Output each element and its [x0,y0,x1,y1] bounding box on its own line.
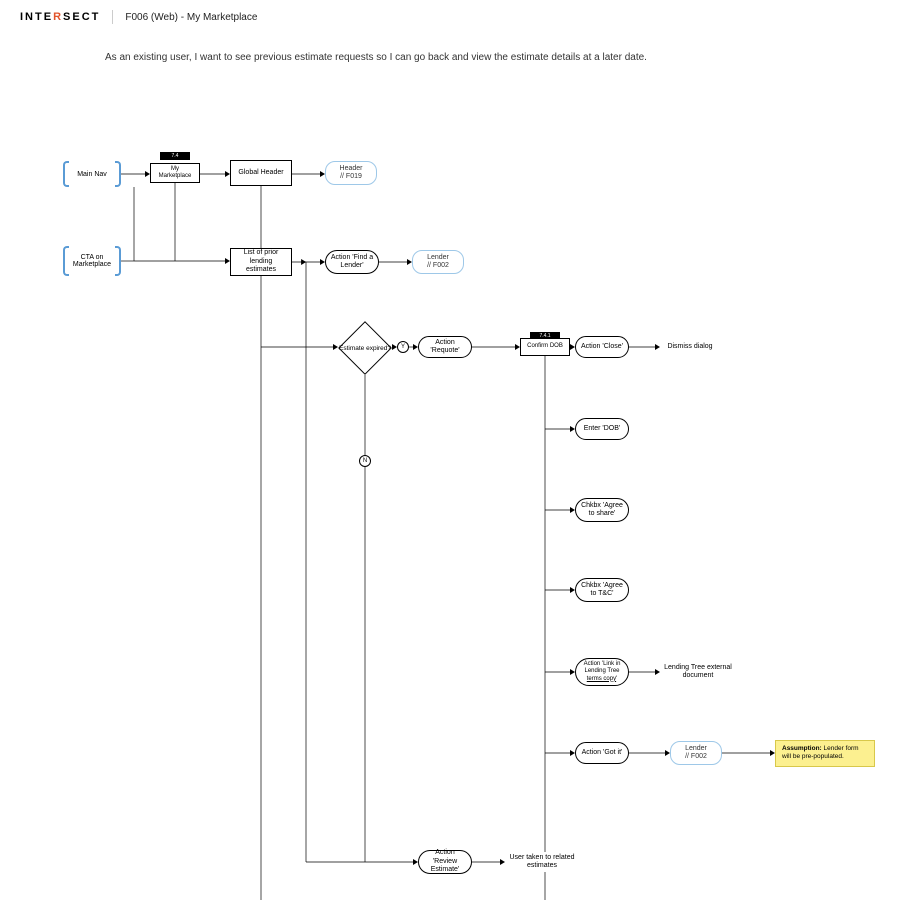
tag-7-4: 7.4 [160,152,190,160]
header-ref: Header // F019 [325,161,377,185]
flow-svg [0,0,900,900]
action-got-it: Action 'Got it' [575,742,629,764]
assumption-note: Assumption: Lender form will be pre-popu… [775,740,875,767]
enter-dob: Enter 'DOB' [575,418,629,440]
chkbx-agree-tc: Chkbx 'Agree to T&C' [575,578,629,602]
my-marketplace: My Marketplace [150,163,200,183]
lending-tree-external: Lending Tree external document [660,660,736,684]
user-related-estimates: User taken to related estimates [505,852,579,872]
lender-ref-2: Lender // F002 [670,741,722,765]
cta-source: CTA on Marketplace [63,254,121,268]
dismiss-dialog: Dismiss dialog [660,339,720,355]
estimate-expired-decision: Estimate expired? [338,321,392,375]
action-review-estimate: Action 'Review Estimate' [418,850,472,874]
action-link-terms: Action 'Link in Lending Tree terms copy' [575,658,629,686]
list-prior-estimates: List of prior lending estimates [230,248,292,276]
action-find-lender: Action 'Find a Lender' [325,250,379,274]
action-requote: Action 'Requote' [418,336,472,358]
global-header: Global Header [230,160,292,186]
main-nav-source: Main Nav [77,171,107,178]
no-badge: N [359,455,371,467]
yes-badge: Y [397,341,409,353]
lender-ref-1: Lender // F002 [412,250,464,274]
action-close: Action 'Close' [575,336,629,358]
chkbx-agree-share: Chkbx 'Agree to share' [575,498,629,522]
confirm-dob: Confirm DOB [520,338,570,356]
